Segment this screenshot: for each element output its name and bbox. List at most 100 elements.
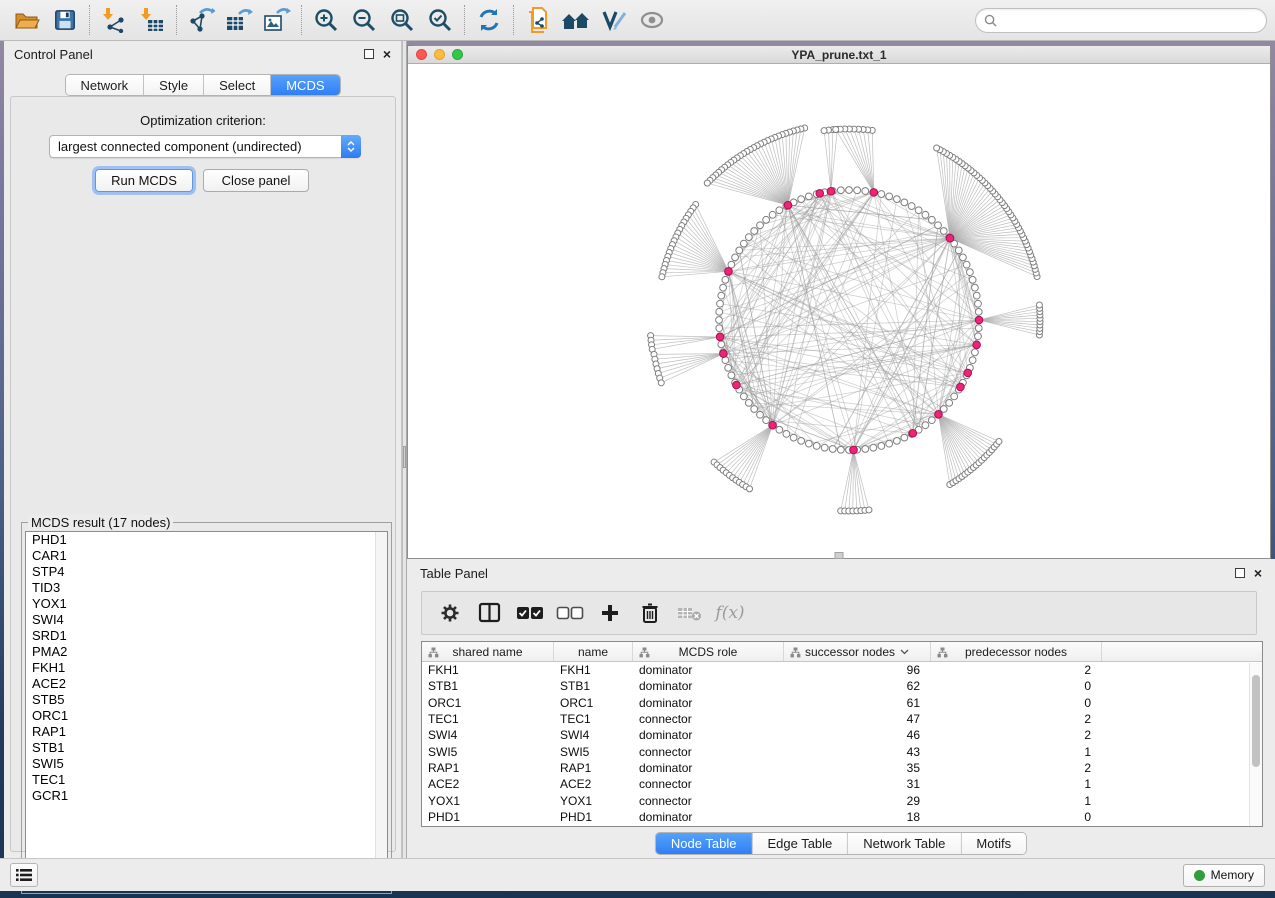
column-header-successor-nodes[interactable]: successor nodes (784, 642, 931, 661)
table-row[interactable]: FKH1FKH1dominator962 (422, 662, 1262, 678)
mcds-node[interactable] (850, 446, 858, 454)
mcds-node[interactable] (733, 381, 741, 389)
network-node[interactable] (975, 308, 982, 315)
network-node[interactable] (722, 276, 729, 283)
network-node[interactable] (951, 393, 958, 400)
zoom-out-icon[interactable] (345, 4, 383, 36)
search-box[interactable] (975, 8, 1267, 33)
network-leaf-node[interactable] (866, 507, 872, 513)
mcds-result-item[interactable]: TEC1 (26, 772, 387, 788)
network-leaf-node[interactable] (747, 486, 753, 492)
network-node[interactable] (751, 406, 758, 413)
network-node[interactable] (940, 228, 947, 235)
network-node[interactable] (969, 276, 976, 283)
network-node[interactable] (757, 411, 764, 418)
network-node[interactable] (973, 292, 980, 299)
network-node[interactable] (963, 261, 970, 268)
table-row[interactable]: RAP1RAP1dominator352 (422, 760, 1262, 776)
network-node[interactable] (798, 196, 805, 203)
search-input[interactable] (1002, 13, 1258, 27)
mcds-result-item[interactable]: PHD1 (26, 532, 387, 548)
delete-column-icon[interactable] (632, 595, 668, 631)
apply-layout-icon[interactable] (470, 4, 508, 36)
network-node[interactable] (776, 426, 783, 433)
network-node[interactable] (783, 431, 790, 438)
horizontal-splitter-grip[interactable] (835, 552, 844, 559)
network-node[interactable] (837, 187, 844, 194)
network-leaf-node[interactable] (659, 274, 665, 280)
network-node[interactable] (725, 364, 732, 371)
home-pages-icon[interactable] (557, 4, 595, 36)
network-node[interactable] (790, 434, 797, 441)
table-row[interactable]: YOX1YOX1connector291 (422, 792, 1262, 808)
network-node[interactable] (975, 300, 982, 307)
mcds-node[interactable] (957, 383, 965, 391)
tab-style[interactable]: Style (144, 75, 204, 95)
network-graph[interactable] (408, 65, 1270, 558)
network-canvas[interactable] (408, 65, 1270, 558)
network-node[interactable] (745, 234, 752, 241)
mcds-node[interactable] (973, 341, 981, 349)
network-node[interactable] (946, 399, 953, 406)
network-node[interactable] (878, 443, 885, 450)
add-column-icon[interactable] (592, 595, 628, 631)
save-session-icon[interactable] (46, 4, 84, 36)
network-node[interactable] (886, 440, 893, 447)
network-node[interactable] (862, 188, 869, 195)
network-node[interactable] (886, 193, 893, 200)
zoom-selected-icon[interactable] (421, 4, 459, 36)
network-node[interactable] (972, 349, 979, 356)
network-node[interactable] (908, 203, 915, 210)
mcds-result-item[interactable]: CAR1 (26, 548, 387, 564)
table-row[interactable]: SWI4SWI4dominator462 (422, 727, 1262, 743)
close-panel-button[interactable]: Close panel (203, 169, 309, 192)
network-node[interactable] (915, 207, 922, 214)
network-node[interactable] (776, 207, 783, 214)
table-row[interactable]: STB1STB1dominator620 (422, 678, 1262, 694)
network-leaf-node[interactable] (996, 438, 1002, 444)
network-node[interactable] (745, 399, 752, 406)
table-tab-network-table[interactable]: Network Table (848, 833, 961, 854)
table-tab-edge-table[interactable]: Edge Table (752, 833, 848, 854)
mcds-result-item[interactable]: RAP1 (26, 724, 387, 740)
table-scrollbar[interactable] (1249, 663, 1262, 826)
network-node[interactable] (969, 357, 976, 364)
export-table-icon[interactable] (220, 4, 258, 36)
mcds-node[interactable] (816, 190, 824, 198)
network-node[interactable] (763, 216, 770, 223)
network-node[interactable] (736, 247, 743, 254)
network-node[interactable] (720, 284, 727, 291)
table-row[interactable]: SWI5SWI5connector431 (422, 743, 1262, 759)
network-node[interactable] (862, 446, 869, 453)
network-node[interactable] (716, 325, 723, 332)
network-node[interactable] (732, 254, 739, 261)
task-history-button[interactable] (10, 863, 38, 887)
select-all-icon[interactable] (512, 595, 548, 631)
network-node[interactable] (928, 417, 935, 424)
network-node[interactable] (718, 341, 725, 348)
splitter-grip[interactable] (403, 446, 406, 468)
list-scrollbar[interactable] (375, 532, 387, 889)
network-node[interactable] (955, 247, 962, 254)
mcds-node[interactable] (827, 187, 835, 195)
mcds-result-item[interactable]: SWI5 (26, 756, 387, 772)
mcds-result-item[interactable]: STB5 (26, 692, 387, 708)
network-node[interactable] (960, 254, 967, 261)
network-node[interactable] (757, 222, 764, 229)
close-table-panel-icon[interactable]: × (1254, 568, 1262, 578)
mcds-node[interactable] (769, 421, 777, 429)
table-row[interactable]: PHD1PHD1dominator180 (422, 809, 1262, 825)
table-row[interactable]: ACE2ACE2connector311 (422, 776, 1262, 792)
column-header-predecessor-nodes[interactable]: predecessor nodes (931, 642, 1102, 661)
column-header-MCDS-role[interactable]: MCDS role (633, 642, 784, 661)
mcds-result-item[interactable]: YOX1 (26, 596, 387, 612)
network-node[interactable] (728, 372, 735, 379)
network-leaf-node[interactable] (833, 126, 839, 132)
table-row[interactable]: TEC1TEC1connector472 (422, 711, 1262, 727)
column-header-shared-name[interactable]: shared name (422, 642, 554, 661)
network-node[interactable] (901, 434, 908, 441)
memory-button[interactable]: Memory (1183, 864, 1265, 887)
hide-graphics-details-icon[interactable] (595, 4, 633, 36)
network-node[interactable] (813, 443, 820, 450)
network-node[interactable] (901, 199, 908, 206)
